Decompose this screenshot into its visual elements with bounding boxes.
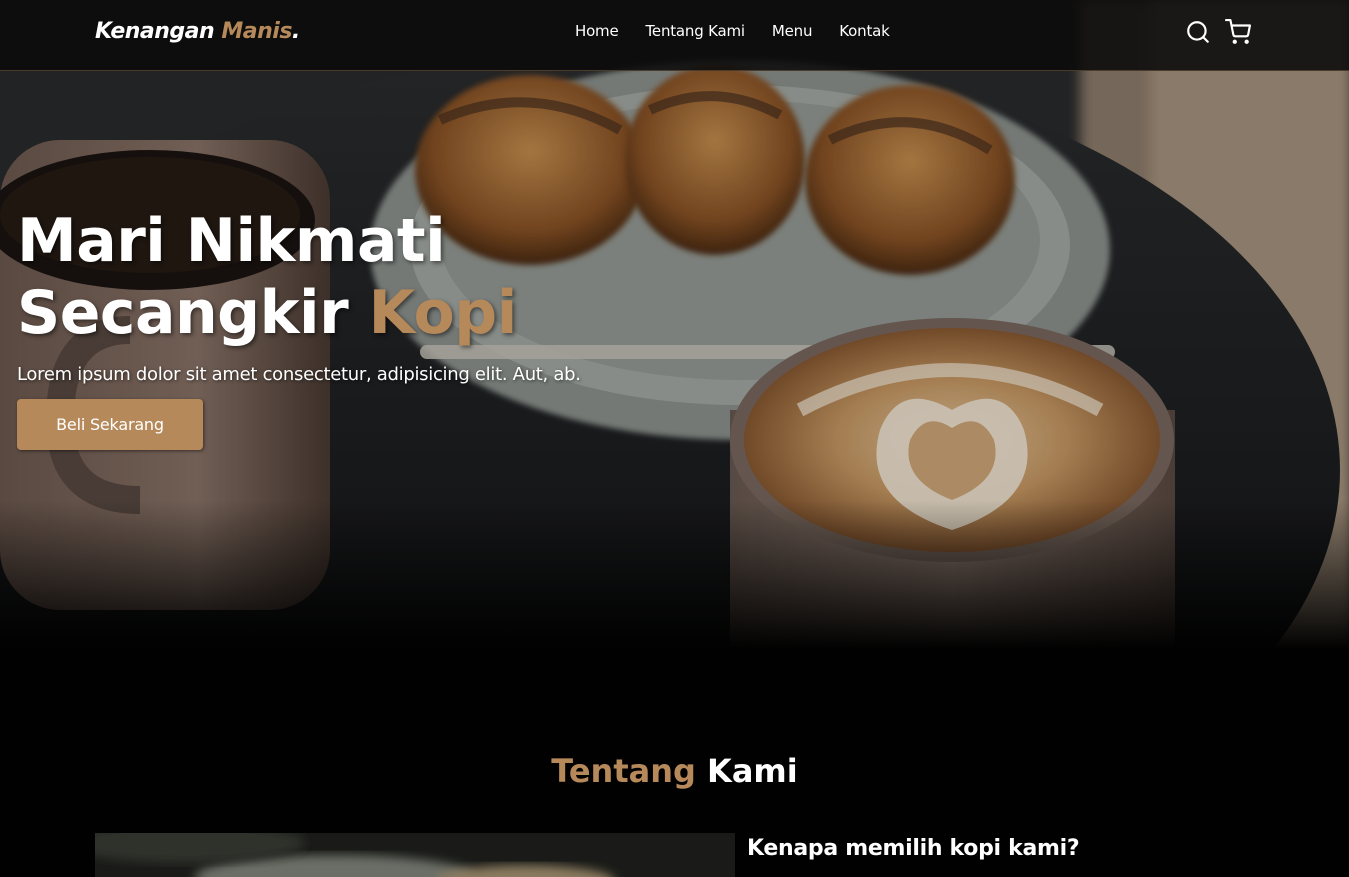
brand-logo[interactable]: Kenangan Manis. [95,19,300,44]
nav-link-tentang-kami[interactable]: Tentang Kami [646,22,746,40]
about-heading-accent: Tentang [551,752,696,790]
brand-name: Kenangan [95,19,215,44]
nav-link-menu[interactable]: Menu [772,22,813,40]
buy-now-button[interactable]: Beli Sekarang [17,399,203,450]
hero-section: Mari Nikmati Secangkir Kopi Lorem ipsum … [0,0,1349,650]
nav-link-home[interactable]: Home [575,22,619,40]
hero-bottom-fade [0,500,1349,650]
hero-title-accent: Kopi [368,278,518,348]
nav-extra [1185,19,1251,45]
shopping-cart-icon[interactable] [1225,19,1251,45]
about-subtitle: Kenapa memilih kopi kami? [747,836,1080,861]
hero-title-line1: Mari Nikmati [17,206,446,276]
brand-suffix: . [291,19,300,44]
about-content: Kenapa memilih kopi kami? [747,836,1080,861]
about-heading-rest: Kami [695,752,798,790]
nav-link-kontak[interactable]: Kontak [839,22,890,40]
nav-links: Home Tentang Kami Menu Kontak [575,22,890,40]
hero-content: Mari Nikmati Secangkir Kopi Lorem ipsum … [17,205,581,450]
search-icon[interactable] [1185,19,1211,45]
hero-title: Mari Nikmati Secangkir Kopi [17,205,581,349]
about-image [95,833,735,877]
brand-accent: Manis [221,19,292,44]
navbar: Kenangan Manis. Home Tentang Kami Menu K… [0,0,1349,71]
about-image-photo [95,833,735,877]
about-heading: Tentang Kami [0,752,1349,790]
hero-title-line2: Secangkir [17,278,369,348]
hero-description: Lorem ipsum dolor sit amet consectetur, … [17,364,581,385]
